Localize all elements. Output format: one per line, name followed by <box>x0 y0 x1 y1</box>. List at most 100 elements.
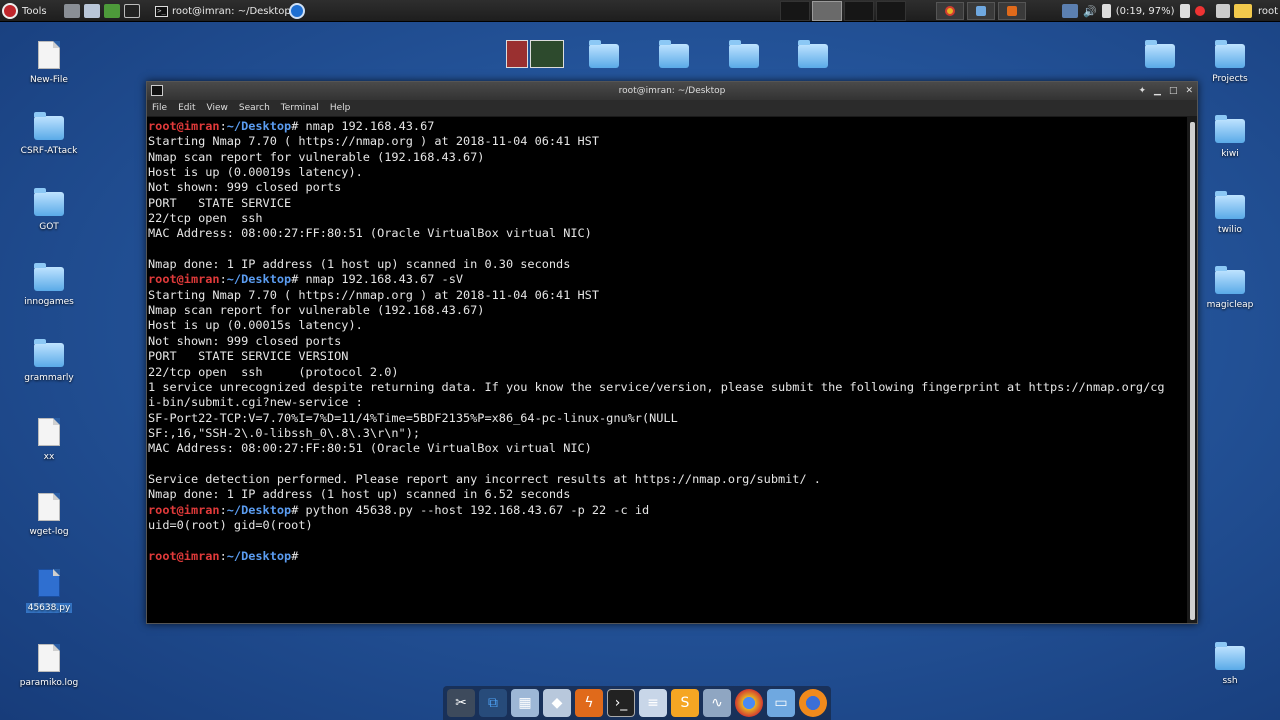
screenshot-icon[interactable] <box>1216 4 1230 18</box>
text-editor-icon[interactable] <box>104 4 120 18</box>
show-desktop-icon[interactable] <box>64 4 80 18</box>
menu-file[interactable]: File <box>152 103 167 113</box>
scrollbar-thumb[interactable] <box>1190 122 1195 620</box>
sublime-icon[interactable]: S <box>671 689 699 717</box>
menu-search[interactable]: Search <box>239 103 270 113</box>
workspace-4[interactable] <box>876 1 906 21</box>
user-menu[interactable]: root <box>1258 6 1278 17</box>
desktop-right-icon-1[interactable]: kiwi <box>1190 115 1270 159</box>
desktop-thumbnails[interactable] <box>495 40 575 68</box>
workspace-1[interactable] <box>780 1 810 21</box>
battery-status: (0:19, 97%) <box>1115 5 1175 17</box>
record-icon[interactable] <box>1194 6 1205 16</box>
desktop-icon-label: magicleap <box>1206 300 1254 310</box>
clipboard-icon[interactable] <box>1179 4 1190 18</box>
command-text: nmap 192.168.43.67 <box>298 119 435 133</box>
keep-above-icon[interactable]: ✦ <box>1138 82 1146 100</box>
kali-dragon-icon <box>2 3 18 19</box>
workspace-3[interactable] <box>844 1 874 21</box>
chrome-tray-button[interactable] <box>936 2 964 20</box>
desktop-left-icon-0[interactable]: New-File <box>9 41 89 85</box>
desktop-left-icon-6[interactable]: wget-log <box>9 493 89 537</box>
desktop-folder-top-5[interactable] <box>1120 40 1200 74</box>
desktop-folder-top-3[interactable] <box>704 40 784 74</box>
menu-view[interactable]: View <box>207 103 228 113</box>
battery-icon[interactable] <box>1101 4 1111 18</box>
terminal-dock-icon[interactable]: ›_ <box>607 689 635 717</box>
text-editor-dock-icon[interactable]: ≡ <box>639 689 667 717</box>
maximize-button[interactable]: □ <box>1169 82 1178 100</box>
close-button[interactable]: ✕ <box>1185 82 1193 100</box>
terminal-titlebar[interactable]: root@imran: ~/Desktop ✦ ▁ □ ✕ <box>147 82 1197 100</box>
terminal-output-line: 22/tcp open ssh (protocol 2.0) <box>148 364 399 379</box>
document-icon <box>38 41 60 69</box>
firefox-icon[interactable] <box>799 689 827 717</box>
vscode-icon[interactable]: ⧉ <box>479 689 507 717</box>
terminal-output-line: Starting Nmap 7.70 ( https://nmap.org ) … <box>148 287 600 302</box>
workspace-2[interactable] <box>812 1 842 21</box>
package-icon[interactable]: ◆ <box>543 689 571 717</box>
applications-menu[interactable]: Tools <box>2 0 47 22</box>
desktop-right-icon-4[interactable]: ssh <box>1190 642 1270 686</box>
burp-tray-button[interactable] <box>998 2 1026 20</box>
network-icon[interactable] <box>1062 4 1078 18</box>
network-manager-icon[interactable] <box>289 0 305 22</box>
menu-help[interactable]: Help <box>330 103 351 113</box>
prompt-separator: : <box>219 548 227 563</box>
terminal-output-line: PORT STATE SERVICE <box>148 195 292 210</box>
desktop-icon-label: kiwi <box>1221 149 1239 159</box>
desktop-left-icon-7[interactable]: 45638.py <box>9 568 89 613</box>
folder-icon <box>1215 40 1245 68</box>
folder-icon <box>34 112 64 141</box>
command-text: python 45638.py --host 192.168.43.67 -p … <box>298 502 650 517</box>
prompt-path: ~/Desktop <box>226 548 292 563</box>
tools-launcher-icon[interactable]: ✂ <box>447 689 475 717</box>
burp-suite-icon[interactable]: ϟ <box>575 689 603 717</box>
menu-terminal[interactable]: Terminal <box>281 103 319 113</box>
desktop-left-icon-3[interactable]: innogames <box>9 263 89 307</box>
terminal-output-line: Not shown: 999 closed ports <box>148 180 342 195</box>
terminal-output-line: Host is up (0.00019s latency). <box>148 165 363 180</box>
desktop-left-icon-2[interactable]: GOT <box>9 187 89 232</box>
chrome-dock-icon[interactable] <box>735 689 763 717</box>
image-thumbnail-icon <box>530 40 564 68</box>
prompt-path: ~/Desktop <box>226 502 292 517</box>
terminal-output-line: Service detection performed. Please repo… <box>148 471 821 486</box>
file-manager-icon[interactable] <box>84 4 100 18</box>
minimize-button[interactable]: ▁ <box>1154 82 1161 100</box>
prompt-user: root@imran <box>148 502 220 517</box>
taskbar-terminal-button[interactable]: >_ root@imran: ~/Desktop <box>155 0 291 22</box>
files-tray-button[interactable] <box>967 2 995 20</box>
terminal-output-line: Nmap scan report for vulnerable (192.168… <box>148 303 485 318</box>
files-dock-icon[interactable]: ▭ <box>767 689 795 717</box>
terminal-output-line: SF:,16,"SSH-2\.0-libssh_0\.8\.3\r\n"); <box>148 425 421 440</box>
terminal-prompt-line: root@imran:~/Desktop# nmap 192.168.43.67 <box>148 119 1187 134</box>
desktop-folder-top-2[interactable] <box>634 40 714 74</box>
terminal-launcher-icon[interactable] <box>124 4 140 18</box>
desktop-icon-label: grammarly <box>24 372 74 383</box>
terminal-window[interactable]: root@imran: ~/Desktop ✦ ▁ □ ✕ File Edit … <box>146 81 1198 624</box>
desktop-folder-top-4[interactable] <box>773 40 853 74</box>
prompt-user: root@imran <box>148 119 220 133</box>
desktop-left-icon-1[interactable]: CSRF-ATtack <box>9 112 89 156</box>
menu-edit[interactable]: Edit <box>178 103 195 113</box>
workspace-switcher[interactable] <box>780 0 908 22</box>
system-monitor-icon[interactable]: ∿ <box>703 689 731 717</box>
desktop-right-icon-3[interactable]: magicleap <box>1190 266 1270 310</box>
volume-icon[interactable]: 🔊 <box>1083 5 1097 18</box>
desktop-left-icon-5[interactable]: xx <box>9 418 89 462</box>
user-area: root <box>1214 0 1278 22</box>
desktop-left-icon-8[interactable]: paramiko.log <box>9 644 89 688</box>
terminal-output[interactable]: root@imran:~/Desktop# nmap 192.168.43.67… <box>147 117 1187 623</box>
desktop-right-icon-0[interactable]: Projects <box>1190 40 1270 84</box>
mail-icon[interactable] <box>1234 4 1252 18</box>
desktop-left-icon-4[interactable]: grammarly <box>9 338 89 383</box>
terminal-output-line: Starting Nmap 7.70 ( https://nmap.org ) … <box>148 134 600 149</box>
terminal-scrollbar[interactable] <box>1187 117 1197 623</box>
desktop-folder-top-1[interactable] <box>564 40 644 74</box>
chrome-icon <box>945 6 955 16</box>
desktop-right-icon-2[interactable]: twilio <box>1190 191 1270 235</box>
window-manager-icon[interactable]: ▦ <box>511 689 539 717</box>
folder-icon <box>1215 191 1245 219</box>
folder-icon <box>34 338 64 367</box>
